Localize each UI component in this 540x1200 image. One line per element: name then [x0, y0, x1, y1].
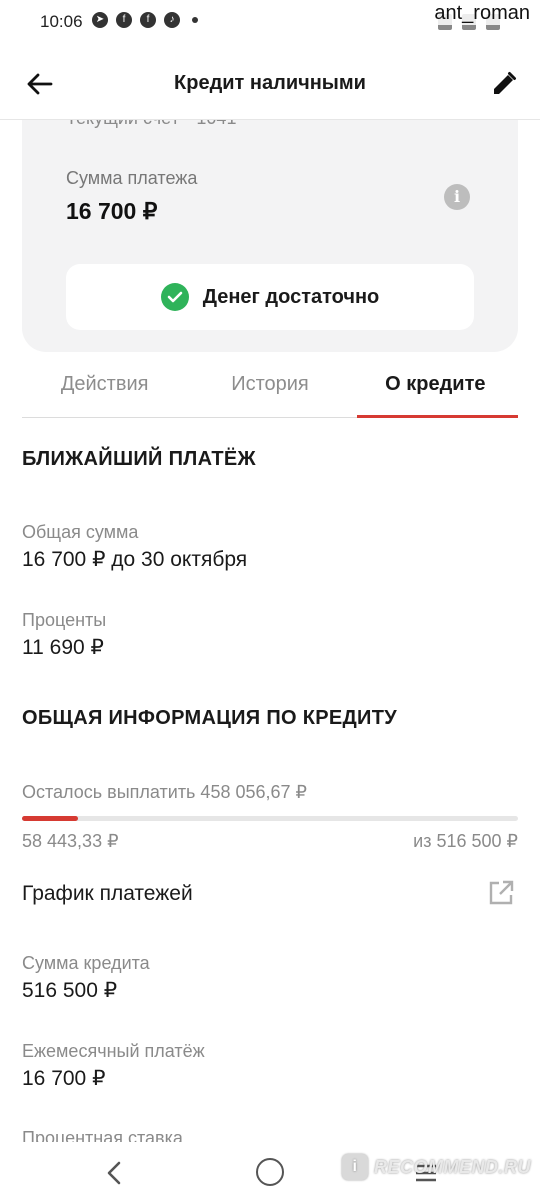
status-time: 10:06 — [40, 12, 83, 31]
external-link-icon — [489, 880, 514, 905]
next-payment-heading: БЛИЖАЙШИЙ ПЛАТЁЖ — [22, 448, 256, 470]
tiktok-icon: ♪ — [164, 12, 180, 28]
payment-schedule-link[interactable]: График платежей — [22, 870, 518, 918]
remaining-amount-label: Осталось выплатить 458 056,67 ₽ — [22, 782, 307, 802]
nav-home-icon[interactable] — [256, 1158, 284, 1186]
monthly-payment-label: Ежемесячный платёж — [22, 1041, 205, 1061]
paid-amount: 58 443,33 ₽ — [22, 831, 119, 851]
facebook-icon: f — [116, 12, 132, 28]
nav-back-icon[interactable] — [100, 1158, 130, 1188]
tab-actions[interactable]: Действия — [22, 356, 187, 417]
facebook-icon: f — [140, 12, 156, 28]
check-circle-icon — [160, 283, 189, 311]
watermark-logo: i RECOMMEND.RU — [342, 1154, 531, 1180]
more-notifications-icon — [192, 17, 198, 23]
monthly-payment-value: 16 700 ₽ — [22, 1067, 106, 1090]
payment-amount-value: 16 700 ₽ — [66, 198, 158, 224]
tab-about-credit[interactable]: О кредите — [353, 356, 519, 418]
info-icon[interactable]: i — [444, 184, 470, 210]
tab-history[interactable]: История — [187, 356, 352, 417]
interest-label: Проценты — [22, 610, 107, 630]
repayment-progress-fill — [22, 816, 79, 821]
notification-icons: ➤ f f ♪ — [92, 12, 198, 28]
watermark-text: RECOMMEND.RU — [374, 1156, 531, 1177]
next-payment-total-value: 16 700 ₽ до 30 октября — [22, 548, 248, 571]
tab-bar: Действия История О кредите — [22, 356, 519, 418]
payment-schedule-label: График платежей — [22, 882, 193, 905]
pencil-icon — [494, 72, 516, 94]
watermark-username: ant_roman — [430, 2, 534, 25]
app-bar: Кредит наличными — [0, 50, 540, 120]
payment-card: Текущий счёт ··1041 Сумма платежа 16 700… — [22, 80, 518, 352]
total-amount: из 516 500 ₽ — [413, 831, 518, 851]
general-info-heading: ОБЩАЯ ИНФОРМАЦИЯ ПО КРЕДИТУ — [22, 707, 397, 729]
edit-button[interactable] — [486, 66, 522, 102]
payment-amount-label: Сумма платежа — [66, 168, 198, 188]
page-title: Кредит наличными — [174, 72, 366, 94]
funds-status: Денег достаточно — [66, 264, 474, 330]
funds-status-text: Денег достаточно — [202, 285, 380, 308]
loan-amount-value: 516 500 ₽ — [22, 979, 118, 1002]
system-nav-bar: i RECOMMEND.RU — [0, 1142, 540, 1200]
loan-amount-label: Сумма кредита — [22, 953, 150, 973]
interest-value: 11 690 ₽ — [22, 636, 104, 659]
next-payment-total-label: Общая сумма — [22, 522, 139, 542]
repayment-progress-bar — [22, 816, 518, 821]
status-bar: 10:06 ➤ f f ♪ ant_roman — [0, 0, 540, 44]
interest-rate-label: Процентная ставка — [22, 1128, 183, 1143]
irecommend-logo-icon: i — [342, 1154, 368, 1180]
telegram-icon: ➤ — [92, 12, 108, 28]
